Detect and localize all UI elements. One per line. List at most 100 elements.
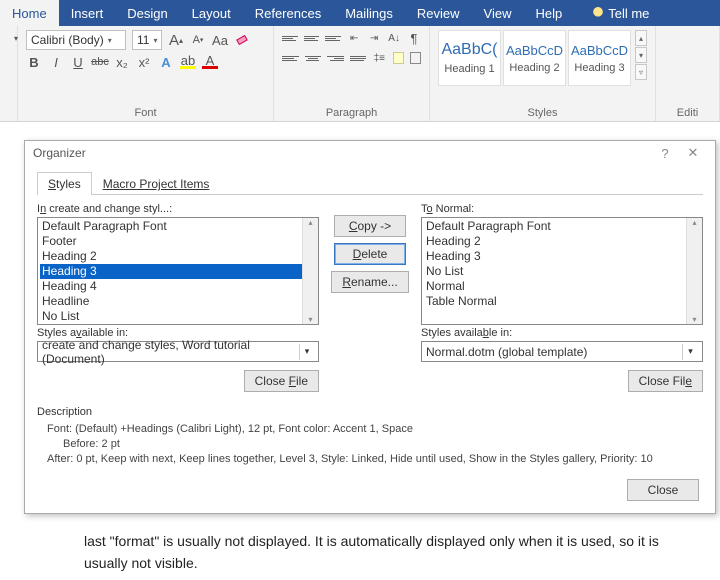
multilevel-icon[interactable] bbox=[325, 31, 341, 45]
style-card-heading1[interactable]: AaBbC( Heading 1 bbox=[438, 30, 501, 86]
ribbon-tab-help[interactable]: Help bbox=[523, 0, 574, 26]
style-sample: AaBbCcD bbox=[571, 43, 628, 58]
list-item[interactable]: Normal bbox=[424, 279, 700, 294]
right-avail-value: Normal.dotm (global template) bbox=[426, 345, 587, 359]
bullets-icon[interactable] bbox=[282, 31, 298, 45]
ribbon-tab-references[interactable]: References bbox=[243, 0, 333, 26]
list-item[interactable]: No List bbox=[424, 264, 700, 279]
lightbulb-icon bbox=[592, 7, 604, 19]
numbering-icon[interactable] bbox=[304, 31, 320, 45]
style-name: Heading 3 bbox=[574, 62, 624, 74]
gallery-more-icon[interactable]: ▿ bbox=[635, 64, 647, 80]
document-body-text: last "format" is usually not displayed. … bbox=[84, 530, 700, 574]
left-avail-value: create and change styles, Word tutorial … bbox=[42, 338, 299, 366]
list-item[interactable]: Default Paragraph Font bbox=[40, 219, 316, 234]
text-effects-icon[interactable]: A bbox=[158, 54, 174, 70]
tab-macro[interactable]: Macro Project Items bbox=[92, 172, 221, 195]
dialog-title: Organizer bbox=[33, 146, 86, 160]
bold-icon[interactable]: B bbox=[26, 54, 42, 70]
gallery-up-icon[interactable]: ▴ bbox=[635, 30, 647, 46]
font-size-combo[interactable]: 11 ▾ bbox=[132, 30, 162, 50]
style-card-heading3[interactable]: AaBbCcD Heading 3 bbox=[568, 30, 631, 86]
left-pane: In create and change styl...: Default Pa… bbox=[37, 201, 319, 392]
ribbon-tab-design[interactable]: Design bbox=[115, 0, 179, 26]
editing-group: Editi bbox=[656, 26, 720, 121]
align-center-icon[interactable] bbox=[305, 51, 322, 65]
list-item-selected[interactable]: Heading 3 bbox=[40, 264, 316, 279]
help-icon[interactable]: ? bbox=[651, 146, 679, 161]
underline-icon[interactable]: U bbox=[70, 54, 86, 70]
ribbon-tab-view[interactable]: View bbox=[472, 0, 524, 26]
font-group: Calibri (Body) ▾ 11 ▾ A▴ A▾ Aa B I U abc… bbox=[18, 26, 274, 121]
tellme-label: Tell me bbox=[608, 6, 649, 21]
list-item[interactable]: Default Paragraph Font bbox=[424, 219, 700, 234]
list-item[interactable]: No List bbox=[40, 309, 316, 324]
scrollbar[interactable]: ▴▾ bbox=[302, 218, 318, 324]
right-listbox[interactable]: Default Paragraph Font Heading 2 Heading… bbox=[421, 217, 703, 325]
font-name-combo[interactable]: Calibri (Body) ▾ bbox=[26, 30, 126, 50]
editing-group-label: Editi bbox=[664, 105, 711, 119]
change-case-icon[interactable]: Aa bbox=[212, 32, 228, 48]
left-list-label: In create and change styl...: bbox=[37, 203, 319, 215]
line-spacing-icon[interactable]: ‡≡ bbox=[372, 50, 387, 66]
align-left-icon[interactable] bbox=[282, 51, 299, 65]
ribbon-tellme[interactable]: Tell me bbox=[580, 0, 661, 26]
right-list-label: To Normal: bbox=[421, 203, 703, 215]
close-icon[interactable]: ✕ bbox=[679, 145, 707, 161]
shrink-font-icon[interactable]: A▾ bbox=[190, 32, 206, 48]
tab-styles[interactable]: Styles bbox=[37, 172, 92, 195]
close-file-right-button[interactable]: Close File bbox=[628, 370, 703, 392]
style-card-heading2[interactable]: AaBbCcD Heading 2 bbox=[503, 30, 566, 86]
list-item[interactable]: Footer bbox=[40, 234, 316, 249]
style-name: Heading 1 bbox=[444, 63, 494, 75]
delete-button[interactable]: Delete bbox=[334, 243, 406, 265]
superscript-icon[interactable]: x² bbox=[136, 54, 152, 70]
ribbon-tab-mailings[interactable]: Mailings bbox=[333, 0, 405, 26]
list-item[interactable]: Table Normal bbox=[424, 294, 700, 309]
styles-group: AaBbC( Heading 1 AaBbCcD Heading 2 AaBbC… bbox=[430, 26, 656, 121]
strikethrough-icon[interactable]: abc bbox=[92, 54, 108, 70]
italic-icon[interactable]: I bbox=[48, 54, 64, 70]
list-item[interactable]: Headline bbox=[40, 294, 316, 309]
right-avail-combo[interactable]: Normal.dotm (global template) ▾ bbox=[421, 341, 703, 362]
inc-indent-icon[interactable]: ⇥ bbox=[367, 30, 381, 46]
list-item[interactable]: Heading 2 bbox=[40, 249, 316, 264]
right-pane: To Normal: Default Paragraph Font Headin… bbox=[421, 201, 703, 392]
highlight-icon[interactable]: ab bbox=[180, 55, 196, 69]
list-item[interactable]: Heading 4 bbox=[40, 279, 316, 294]
align-right-icon[interactable] bbox=[327, 51, 344, 65]
left-avail-combo[interactable]: create and change styles, Word tutorial … bbox=[37, 341, 319, 362]
copy-button[interactable]: Copy -> bbox=[334, 215, 406, 237]
shading-icon[interactable] bbox=[393, 52, 404, 64]
borders-icon[interactable] bbox=[410, 52, 421, 64]
tab-macro-label: acro Project Items bbox=[113, 177, 210, 191]
close-file-left-button[interactable]: Close File bbox=[244, 370, 319, 392]
paragraph-group-label: Paragraph bbox=[282, 105, 421, 119]
font-color-icon[interactable]: A bbox=[202, 55, 218, 69]
style-sample: AaBbC( bbox=[441, 41, 497, 59]
style-name: Heading 2 bbox=[509, 62, 559, 74]
scrollbar[interactable]: ▴▾ bbox=[686, 218, 702, 324]
sort-icon[interactable]: A↓ bbox=[387, 30, 401, 46]
gallery-down-icon[interactable]: ▾ bbox=[635, 47, 647, 63]
show-marks-icon[interactable]: ¶ bbox=[407, 30, 421, 46]
description-line1: Font: (Default) +Headings (Calibri Light… bbox=[47, 422, 699, 437]
close-button[interactable]: Close bbox=[627, 479, 699, 501]
ribbon-tab-review[interactable]: Review bbox=[405, 0, 472, 26]
rename-button[interactable]: Rename... bbox=[331, 271, 408, 293]
subscript-icon[interactable]: x₂ bbox=[114, 54, 130, 70]
list-item[interactable]: Heading 3 bbox=[424, 249, 700, 264]
left-listbox[interactable]: Default Paragraph Font Footer Heading 2 … bbox=[37, 217, 319, 325]
list-item[interactable]: Heading 2 bbox=[424, 234, 700, 249]
ribbon-tab-layout[interactable]: Layout bbox=[180, 0, 243, 26]
ribbon-body: ▾ Calibri (Body) ▾ 11 ▾ A▴ A▾ Aa B bbox=[0, 26, 720, 122]
list-item[interactable]: Normal bbox=[40, 324, 316, 325]
grow-font-icon[interactable]: A▴ bbox=[168, 32, 184, 48]
ribbon-tab-home[interactable]: Home bbox=[0, 0, 59, 26]
dec-indent-icon[interactable]: ⇤ bbox=[347, 30, 361, 46]
clear-format-icon[interactable] bbox=[234, 32, 250, 48]
justify-icon[interactable] bbox=[350, 51, 367, 65]
ribbon-tab-insert[interactable]: Insert bbox=[59, 0, 116, 26]
font-group-label: Font bbox=[26, 105, 265, 119]
tab-styles-label: tyles bbox=[56, 177, 81, 191]
